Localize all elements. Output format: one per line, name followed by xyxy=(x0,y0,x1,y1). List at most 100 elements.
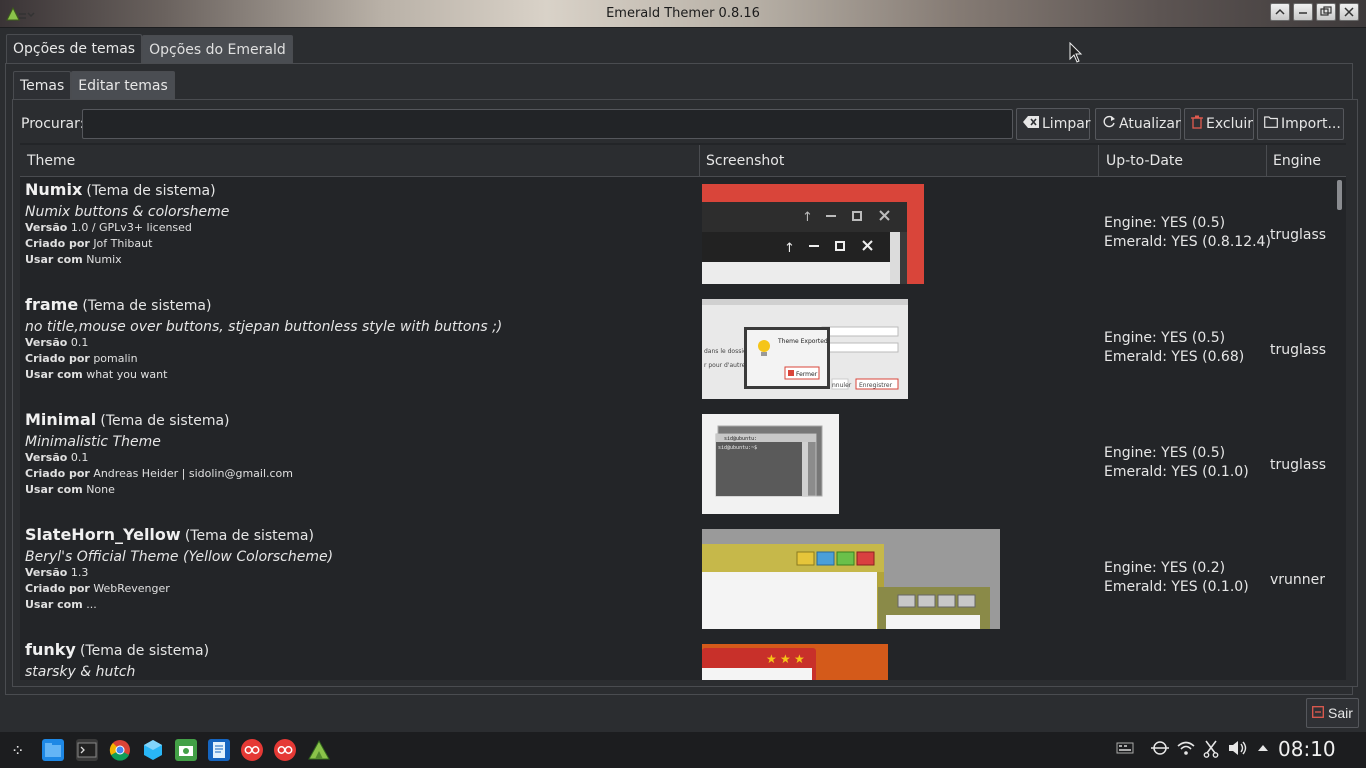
delete-label: Excluir xyxy=(1206,116,1253,132)
volume-icon[interactable] xyxy=(1227,740,1249,760)
theme-info: Minimal (Tema de sistema) Minimalistic T… xyxy=(25,412,695,498)
exit-label: Sair xyxy=(1328,705,1353,721)
version-label: Versão xyxy=(25,566,68,579)
theme-info: funky (Tema de sistema) starsky & hutch xyxy=(25,642,695,681)
inner-tab-bar: Temas Editar temas xyxy=(13,71,175,100)
terminal-icon[interactable] xyxy=(76,739,98,761)
emerald-icon[interactable] xyxy=(307,739,331,761)
theme-name: SlateHorn_Yellow xyxy=(25,525,181,544)
shot-text: nnuler xyxy=(832,382,852,389)
flickr-icon[interactable] xyxy=(274,739,296,761)
clear-button[interactable]: Limpar xyxy=(1016,108,1091,140)
window-titlebar: Emerald Themer 0.8.16 xyxy=(0,0,1366,28)
theme-screenshot xyxy=(702,529,1000,629)
refresh-label: Atualizar xyxy=(1119,116,1181,132)
column-header-theme[interactable]: Theme xyxy=(20,145,700,177)
shot-text: sid@ubuntu:~$ xyxy=(718,445,757,451)
engine-status: Engine: YES (0.2) xyxy=(1104,560,1226,576)
svg-text:★: ★ xyxy=(794,652,805,666)
emerald-status: Emerald: YES (0.68) xyxy=(1104,349,1245,365)
shot-text: Enregistrer xyxy=(859,382,893,389)
table-row[interactable]: Numix (Tema de sistema) Numix buttons & … xyxy=(20,178,1338,293)
theme-version: 0.1 xyxy=(70,451,89,464)
author-label: Criado por xyxy=(25,467,90,480)
scrollbar-thumb[interactable] xyxy=(1337,180,1342,210)
table-row[interactable]: SlateHorn_Yellow (Tema de sistema) Beryl… xyxy=(20,523,1338,638)
backspace-icon xyxy=(1023,116,1039,132)
theme-info: SlateHorn_Yellow (Tema de sistema) Beryl… xyxy=(25,527,695,613)
shot-text: dans le dossier xyxy=(704,348,750,355)
theme-use-with: what you want xyxy=(86,368,168,381)
use-with-label: Usar com xyxy=(25,483,83,496)
themes-table: Theme Screenshot Up-to-Date Engine Numix… xyxy=(20,143,1346,680)
theme-info: frame (Tema de sistema) no title,mouse o… xyxy=(25,297,695,383)
screenshot-icon[interactable] xyxy=(175,739,197,761)
app-launcher-icon[interactable]: ⁘ xyxy=(8,739,30,761)
tray-up-icon[interactable] xyxy=(1256,740,1270,760)
search-input[interactable] xyxy=(82,109,1013,139)
theme-version: 0.1 xyxy=(70,336,89,349)
svg-text:↑: ↑ xyxy=(784,241,795,256)
column-header-up-to-date[interactable]: Up-to-Date xyxy=(1099,145,1267,177)
theme-author: WebRevenger xyxy=(93,582,170,595)
outer-tab-bar: Opções de temas Opções do Emerald xyxy=(6,34,293,64)
use-with-label: Usar com xyxy=(25,368,83,381)
table-scrollbar[interactable] xyxy=(1336,178,1344,680)
column-header-screenshot[interactable]: Screenshot xyxy=(699,145,1099,177)
tab-edit-themes[interactable]: Editar temas xyxy=(71,71,175,100)
file-manager-icon[interactable] xyxy=(42,739,64,761)
theme-screenshot: ↑ ↑ xyxy=(702,184,924,284)
theme-name: Numix xyxy=(25,180,83,199)
shot-text: r pour d'autres xyxy=(704,362,748,369)
table-row[interactable]: Minimal (Tema de sistema) Minimalistic T… xyxy=(20,408,1338,523)
svg-text:★: ★ xyxy=(766,652,777,666)
emerald-status: Emerald: YES (0.8.12.4) xyxy=(1104,234,1271,250)
theme-screenshot: dans le dossier r pour d'autres Theme Ex… xyxy=(702,299,908,399)
column-header-engine[interactable]: Engine xyxy=(1266,145,1346,177)
table-row[interactable]: funky (Tema de sistema) starsky & hutch … xyxy=(20,638,1338,680)
cut-icon[interactable] xyxy=(1203,740,1219,762)
version-label: Versão xyxy=(25,451,68,464)
engine-status: Engine: YES (0.5) xyxy=(1104,330,1226,346)
close-button[interactable] xyxy=(1339,3,1359,21)
wifi-icon[interactable] xyxy=(1176,740,1196,760)
tab-emerald-options[interactable]: Opções do Emerald xyxy=(142,35,293,64)
author-label: Criado por xyxy=(25,237,90,250)
flickr-icon[interactable] xyxy=(241,739,263,761)
shot-text: sid@ubuntu: xyxy=(724,436,757,442)
system-tag: (Tema de sistema) xyxy=(79,643,210,659)
theme-description: Beryl's Official Theme (Yellow Colorsche… xyxy=(25,549,334,565)
chrome-icon[interactable] xyxy=(109,739,131,761)
theme-description: Minimalistic Theme xyxy=(25,434,161,450)
theme-description: no title,mouse over buttons, stjepan but… xyxy=(25,319,503,335)
tab-themes[interactable]: Temas xyxy=(13,71,72,100)
up-to-date-cell: Engine: YES (0.2) Emerald: YES (0.1.0) xyxy=(1104,559,1274,597)
tab-theme-options[interactable]: Opções de temas xyxy=(6,34,143,63)
theme-info: Numix (Tema de sistema) Numix buttons & … xyxy=(25,182,695,268)
keyboard-icon[interactable] xyxy=(1116,740,1134,760)
document-icon[interactable] xyxy=(208,739,230,761)
network-icon[interactable] xyxy=(1150,740,1170,760)
version-label: Versão xyxy=(25,221,68,234)
system-tag: (Tema de sistema) xyxy=(82,298,212,314)
theme-author: Jof Thibaut xyxy=(93,237,153,250)
refresh-button[interactable]: Atualizar xyxy=(1095,108,1181,140)
theme-version: 1.0 / GPLv3+ licensed xyxy=(70,221,192,234)
maximize-button[interactable] xyxy=(1316,3,1336,21)
theme-use-with: Numix xyxy=(86,253,122,266)
theme-use-with: ... xyxy=(86,598,97,611)
engine-name: truglass xyxy=(1270,457,1327,473)
import-button[interactable]: Import... xyxy=(1257,108,1344,140)
delete-button[interactable]: Excluir xyxy=(1184,108,1254,140)
window-shade-button[interactable] xyxy=(1270,3,1290,21)
emerald-status: Emerald: YES (0.1.0) xyxy=(1104,579,1249,595)
author-label: Criado por xyxy=(25,582,90,595)
import-label: Import... xyxy=(1281,116,1341,132)
clock[interactable]: 08:10 xyxy=(1278,737,1336,761)
theme-description: Numix buttons & colorsheme xyxy=(25,204,230,220)
table-row[interactable]: frame (Tema de sistema) no title,mouse o… xyxy=(20,293,1338,408)
exit-button[interactable]: Sair xyxy=(1306,698,1359,728)
minimize-button[interactable] xyxy=(1293,3,1313,21)
box-icon[interactable] xyxy=(142,739,164,761)
folder-icon xyxy=(1264,116,1278,132)
